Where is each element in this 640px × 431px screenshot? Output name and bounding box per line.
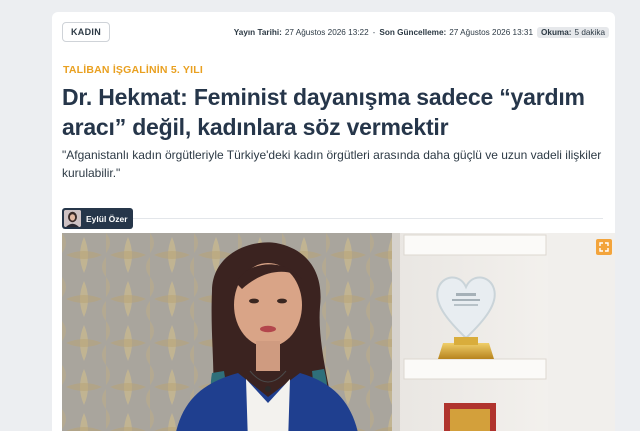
published-label: Yayın Tarihi:	[233, 27, 282, 37]
updated-date: 27 Ağustos 2026 13:31	[449, 27, 534, 37]
article-photo[interactable]	[62, 233, 615, 431]
author-avatar	[64, 210, 81, 227]
author-name: Eylül Özer	[86, 213, 128, 224]
article-headline: Dr. Hekmat: Feminist dayanışma sadece “y…	[62, 84, 585, 140]
reading-time-value: 5 dakika	[574, 27, 606, 37]
reading-time-badge: Okuma: 5 dakika	[537, 26, 609, 38]
reading-time-label: Okuma:	[541, 27, 572, 37]
article-spot: "Afganistanlı kadın örgütleriyle Türkiye…	[62, 148, 602, 180]
published-date: 27 Ağustos 2026 13:22	[284, 27, 369, 37]
meta-separator: -	[372, 27, 376, 37]
expand-icon[interactable]	[596, 239, 612, 255]
updated-label: Son Güncelleme:	[379, 27, 447, 37]
author-badge[interactable]: Eylül Özer	[62, 208, 133, 229]
author-divider	[62, 218, 603, 219]
category-tag[interactable]: KADIN	[62, 22, 110, 42]
article-card: KADIN Yayın Tarihi: 27 Ağustos 2026 13:2…	[52, 12, 615, 431]
article-kicker: TALİBAN İŞGALİNİN 5. YILI	[63, 64, 203, 76]
article-meta: Yayın Tarihi: 27 Ağustos 2026 13:22 - So…	[234, 25, 609, 39]
